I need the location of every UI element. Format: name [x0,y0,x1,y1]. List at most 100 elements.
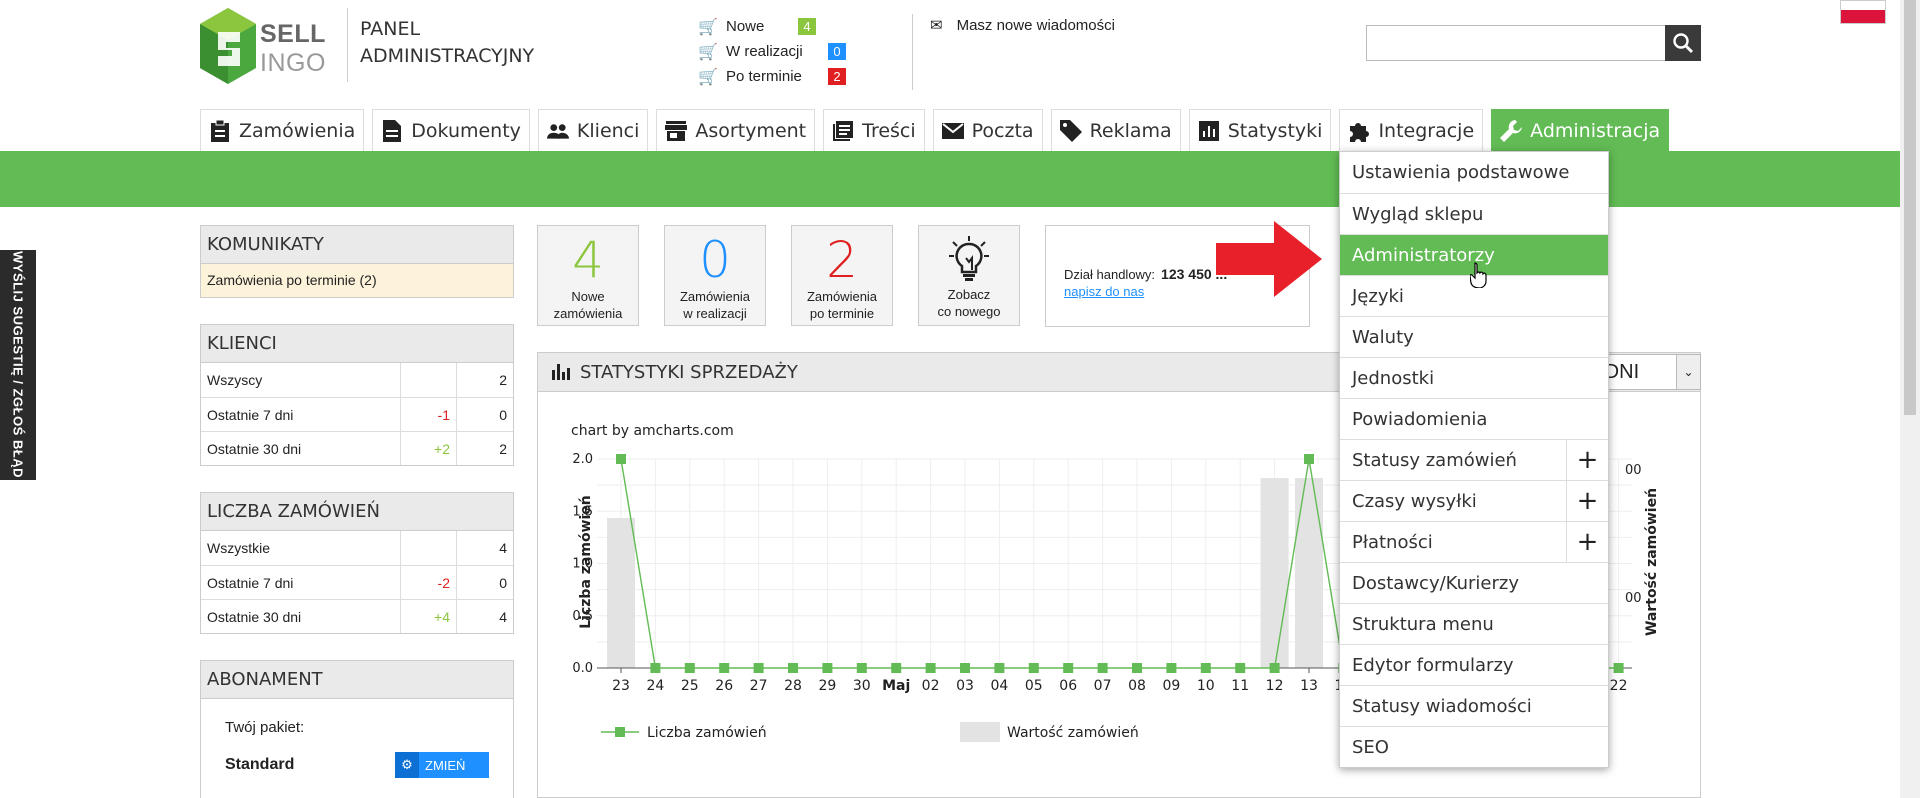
nav-poczta[interactable]: Poczta [932,109,1043,151]
orders-point [650,663,661,673]
search-button[interactable] [1665,25,1701,61]
tile-in-progress[interactable]: 0 Zamówienia w realizacji [664,225,766,326]
x-tick-label: 03 [956,678,974,694]
tile-whats-new[interactable]: Zobacz co nowego [918,225,1020,326]
menu-item-ustawienia-podstawowe[interactable]: Ustawienia podstawowe [1340,152,1608,193]
x-tick-label: 02 [922,678,940,694]
gear-icon: ⚙ [395,752,419,778]
red-arrow-icon [1216,221,1322,297]
orders-point [1200,663,1211,673]
orders-point [1028,663,1039,673]
menu-item-label: Języki [1352,285,1404,307]
tile-number: 2 [826,231,858,289]
menu-item-statusy-zamówień[interactable]: Statusy zamówień + [1340,439,1608,480]
x-tick-label: 05 [1025,678,1043,694]
panel-title: KOMUNIKATY [201,226,513,264]
cart-icon: 🛒 [698,43,718,61]
orders-point [994,663,1005,673]
nav-asortyment[interactable]: Asortyment [656,109,816,151]
bar-chart-icon [552,364,570,380]
menu-item-powiadomienia[interactable]: Powiadomienia [1340,398,1608,439]
nav-administracja[interactable]: Administracja [1491,109,1670,151]
legend-marker [615,727,625,737]
plus-icon[interactable]: + [1566,481,1608,521]
orders-point [616,454,626,464]
logo[interactable]: SELL INGO [200,8,350,84]
x-tick-label: 23 [612,678,630,694]
menu-item-waluty[interactable]: Waluty [1340,316,1608,357]
page-scrollbar[interactable] [1900,0,1920,798]
menu-item-edytor-formularzy[interactable]: Edytor formularzy [1340,644,1608,685]
panel-title: LICZBA ZAMÓWIEŃ [201,493,513,531]
nav-integracje[interactable]: Integracje [1339,109,1484,151]
value-bar [1295,478,1323,668]
panel-title: KLIENCI [201,325,513,363]
tag-icon [1059,119,1082,142]
tile-overdue[interactable]: 2 Zamówienia po terminie [791,225,893,326]
menu-item-wygląd-sklepu[interactable]: Wygląd sklepu [1340,193,1608,234]
order-status-summary: 🛒 Nowe 4 🛒 W realizacji 0 🛒 Po terminie … [698,14,846,89]
menu-item-czasy-wysyłki[interactable]: Czasy wysyłki + [1340,480,1608,521]
orders-point [856,663,867,673]
wrench-icon [1500,119,1523,142]
table-row: Ostatnie 7 dni -2 0 [201,565,513,599]
orders-point [1269,663,1280,673]
x-tick-label: Maj [882,678,910,694]
status-new[interactable]: 🛒 Nowe 4 [698,14,846,39]
nav-klienci[interactable]: Klienci [537,109,649,151]
chart-credit: chart by amcharts.com [571,423,734,439]
menu-item-label: Edytor formularzy [1352,654,1514,676]
x-tick-label: 30 [853,678,871,694]
subscription-panel: ABONAMENT Twój pakiet: Standard ⚙ ZMIEŃ [200,660,514,798]
content-icon [832,120,854,142]
admin-dropdown-menu: Ustawienia podstawowe Wygląd sklepu Admini… [1339,151,1609,768]
orders-point [1304,454,1314,464]
nav-tresci[interactable]: Treści [823,109,925,151]
y-right-tick-label: 00 [1625,591,1642,606]
alert-item[interactable]: Zamówienia po terminie (2) [201,264,513,297]
x-tick-label: 06 [1059,678,1077,694]
lightbulb-icon [949,236,989,281]
tile-new-orders[interactable]: 4 Nowe zamówienia [537,225,639,326]
legend-swatch [960,722,1000,742]
nav-statystyki[interactable]: Statystyki [1188,109,1332,151]
plus-icon[interactable]: + [1566,522,1608,562]
menu-item-label: Waluty [1352,326,1414,348]
menu-item-statusy-wiadomości[interactable]: Statusy wiadomości [1340,685,1608,726]
nav-zamowienia[interactable]: Zamówienia [200,109,365,151]
y-tick-label: 2.0 [572,452,593,467]
plus-icon[interactable]: + [1566,440,1608,480]
language-flag-icon[interactable] [1840,0,1886,24]
value-bar [1260,478,1289,668]
orders-point [684,663,695,673]
search-input[interactable] [1366,25,1701,61]
status-in-progress[interactable]: 🛒 W realizacji 0 [698,39,846,64]
orders-point [1166,663,1177,673]
status-badge: 4 [798,18,816,35]
menu-item-płatności[interactable]: Płatności + [1340,521,1608,562]
cart-icon: 🛒 [698,68,718,86]
menu-item-struktura-menu[interactable]: Struktura menu [1340,603,1608,644]
search-icon [1673,33,1694,54]
status-overdue[interactable]: 🛒 Po terminie 2 [698,64,846,89]
x-tick-label: 08 [1128,678,1146,694]
table-row: Ostatnie 30 dni +2 2 [201,431,513,465]
menu-item-seo[interactable]: SEO [1340,726,1608,767]
x-tick-label: 07 [1094,678,1112,694]
messages-link[interactable]: ✉ Masz nowe wiadomości [930,16,1115,35]
menu-item-jednostki[interactable]: Jednostki [1340,357,1608,398]
change-package-button[interactable]: ⚙ ZMIEŃ [395,752,489,778]
mail-icon [941,120,964,142]
store-icon [665,120,688,142]
nav-reklama[interactable]: Reklama [1050,109,1181,151]
puzzle-icon [1348,120,1370,142]
scrollbar-thumb[interactable] [1904,0,1916,415]
menu-item-dostawcy-kurierzy[interactable]: Dostawcy/Kurierzy [1340,562,1608,603]
menu-item-label: Struktura menu [1352,613,1494,635]
nav-dokumenty[interactable]: Dokumenty [372,109,530,151]
menu-item-label: Ustawienia podstawowe [1352,162,1570,183]
feedback-tab[interactable]: WYŚLIJ SUGESTIĘ / ZGŁOŚ BŁĄD [0,250,36,480]
main-nav: Zamówienia Dokumenty Klienci Asortyment … [200,109,1670,151]
package-name: Standard [225,756,295,773]
value-bar [607,518,635,668]
